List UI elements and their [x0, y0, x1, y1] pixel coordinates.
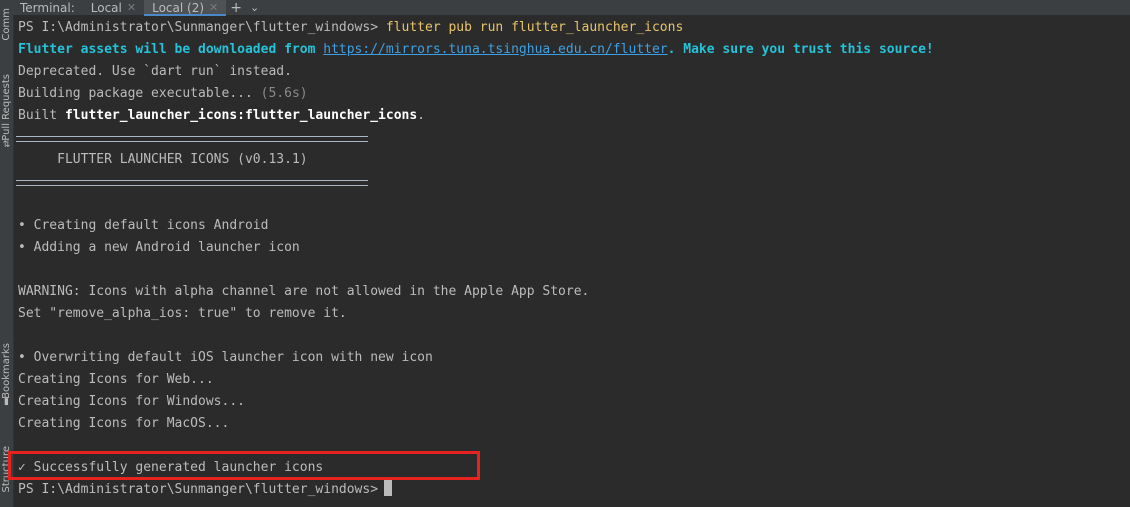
adding-android-line: • Adding a new Android launcher icon [18, 240, 300, 255]
pull-requests-tool-button[interactable]: Pull Requests ⇅ [0, 62, 13, 162]
tab-local-2[interactable]: Local (2) ✕ [144, 0, 227, 16]
plus-icon[interactable]: + [226, 0, 246, 16]
pull-request-icon: ⇅ [2, 139, 11, 150]
terminal-output[interactable]: PS I:\Administrator\Sunmanger\flutter_wi… [18, 17, 1130, 501]
tab-local-2-label: Local (2) [152, 0, 205, 15]
prompt-line: PS I:\Administrator\Sunmanger\flutter_wi… [18, 17, 1130, 39]
terminal-title: Terminal: [20, 0, 75, 15]
terminal-tab-bar: Terminal: Local ✕ Local (2) ✕ + ⌄ [13, 0, 1130, 16]
deprecated-line: Deprecated. Use `dart run` instead. [18, 64, 292, 79]
built-line: Built flutter_launcher_icons:flutter_lau… [18, 105, 1130, 127]
final-prompt: PS I:\Administrator\Sunmanger\flutter_wi… [18, 482, 379, 497]
building-text: Building package executable... [18, 86, 261, 101]
success-highlight-box [8, 451, 480, 480]
commit-tool-button[interactable]: Comm [0, 0, 13, 48]
built-target: flutter_launcher_icons:flutter_launcher_… [64, 108, 418, 123]
warning-line: WARNING: Icons with alpha channel are no… [18, 284, 590, 299]
banner-line: FLUTTER LAUNCHER ICONS (v0.13.1) [18, 149, 1130, 171]
tab-local[interactable]: Local ✕ [83, 0, 144, 15]
banner-rule-bottom [16, 180, 368, 186]
bookmark-icon: ▮ [4, 397, 9, 408]
built-prefix: Built [18, 108, 65, 123]
prompt: PS I:\Administrator\Sunmanger\flutter_wi… [18, 20, 386, 35]
creating-macos-line: Creating Icons for MacOS... [18, 416, 230, 431]
assets-line: Flutter assets will be downloaded from h… [18, 39, 1130, 61]
close-icon[interactable]: ✕ [127, 1, 136, 14]
building-line: Building package executable... (5.6s) [18, 83, 1130, 105]
creating-windows-line: Creating Icons for Windows... [18, 394, 245, 409]
bookmarks-label: Bookmarks [1, 342, 12, 399]
built-suffix: . [417, 108, 425, 123]
creating-android-line: • Creating default icons Android [18, 218, 269, 233]
close-icon[interactable]: ✕ [209, 1, 218, 14]
pull-requests-label: Pull Requests [1, 74, 12, 141]
banner-rule-top [16, 136, 368, 142]
commit-label: Comm [1, 7, 12, 41]
command-text: flutter pub run flutter_launcher_icons [385, 20, 684, 35]
banner-title: FLUTTER LAUNCHER ICONS (v0.13.1) [57, 152, 308, 167]
mirror-link[interactable]: https://mirrors.tuna.tsinghua.edu.cn/flu… [323, 42, 667, 57]
left-tool-strip: Comm Pull Requests ⇅ Bookmarks ▮ Structu… [0, 0, 14, 507]
overwriting-ios-line: • Overwriting default iOS launcher icon … [18, 350, 433, 365]
chevron-down-icon[interactable]: ⌄ [246, 1, 263, 14]
assets-suffix: . Make sure you trust this source! [667, 42, 934, 57]
set-alpha-line: Set "remove_alpha_ios: true" to remove i… [18, 306, 347, 321]
final-prompt-line[interactable]: PS I:\Administrator\Sunmanger\flutter_wi… [18, 479, 1130, 501]
text-cursor [384, 479, 393, 496]
tab-local-label: Local [90, 0, 122, 15]
bookmarks-tool-button[interactable]: Bookmarks ▮ [0, 335, 13, 415]
creating-web-line: Creating Icons for Web... [18, 372, 214, 387]
assets-prefix: Flutter assets will be downloaded from [18, 42, 324, 57]
building-time: (5.6s) [260, 86, 308, 101]
